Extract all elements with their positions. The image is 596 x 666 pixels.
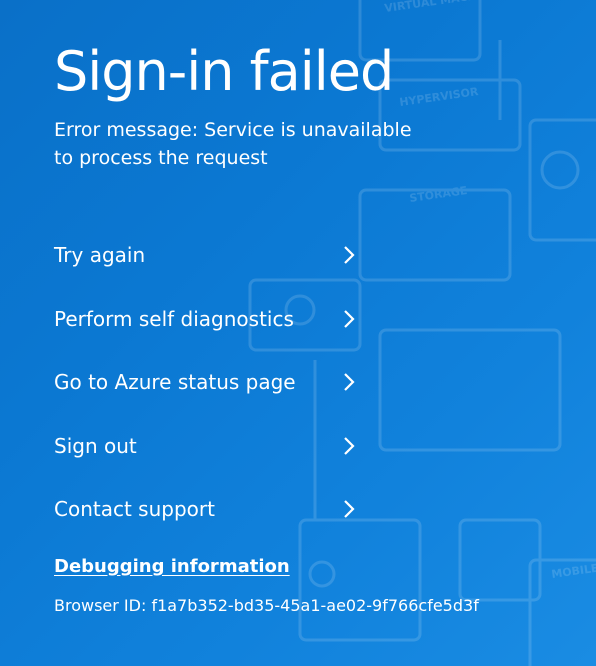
page-title: Sign-in failed bbox=[54, 40, 394, 103]
sign-in-failed-page: VIRTUAL MACHINES HYPERVISOR STORAGE MOBI… bbox=[0, 0, 596, 666]
chevron-right-icon bbox=[344, 500, 355, 518]
chevron-right-icon bbox=[344, 309, 355, 328]
perform-self-diagnostics-link[interactable]: Perform self diagnostics bbox=[54, 298, 364, 362]
debugging-information-link[interactable]: Debugging information bbox=[54, 554, 290, 580]
chevron-right-icon bbox=[344, 373, 355, 391]
azure-status-page-link[interactable]: Go to Azure status page bbox=[54, 361, 364, 425]
contact-support-link[interactable]: Contact support bbox=[54, 488, 364, 552]
browser-id-text: Browser ID: f1a7b352-bd35-45a1-ae02-9f76… bbox=[54, 596, 479, 615]
action-label: Contact support bbox=[54, 497, 215, 521]
background-label: HYPERVISOR bbox=[399, 85, 480, 109]
action-list: Try again Perform self diagnostics Go to… bbox=[54, 234, 364, 552]
background-label: MOBILE bbox=[551, 562, 596, 581]
action-label: Try again bbox=[54, 243, 146, 267]
chevron-right-icon bbox=[344, 436, 355, 455]
sign-out-link[interactable]: Sign out bbox=[54, 425, 364, 489]
error-message: Error message: Service is unavailable to… bbox=[54, 119, 412, 169]
action-label: Go to Azure status page bbox=[54, 370, 296, 394]
action-label: Sign out bbox=[54, 433, 137, 458]
try-again-link[interactable]: Try again bbox=[54, 234, 364, 298]
action-label: Perform self diagnostics bbox=[54, 306, 294, 331]
background-label: VIRTUAL MACHINES bbox=[384, 0, 506, 15]
background-label: STORAGE bbox=[409, 184, 469, 205]
chevron-right-icon bbox=[344, 246, 355, 264]
